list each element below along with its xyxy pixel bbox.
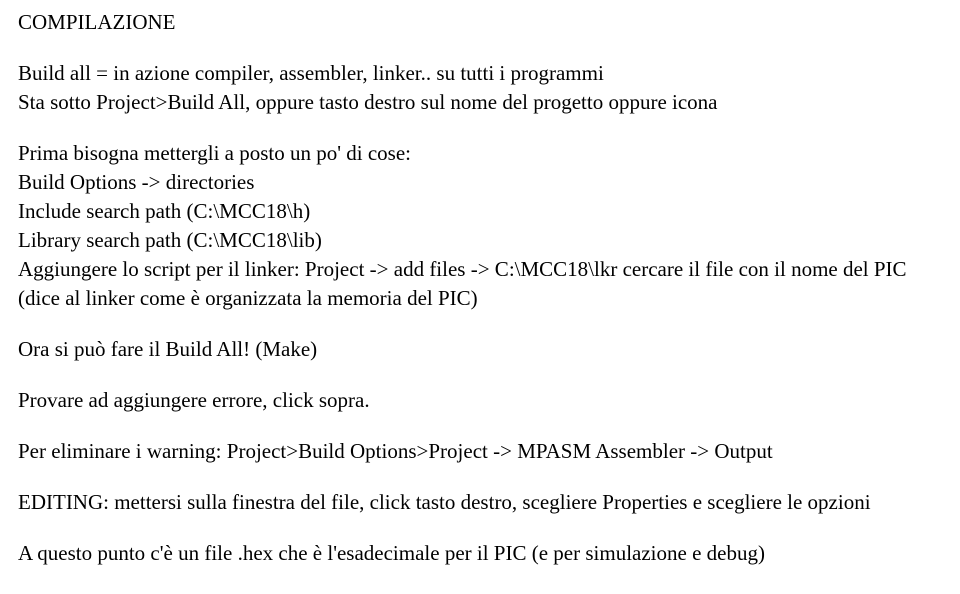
paragraph: Provare ad aggiungere errore, click sopr… [18, 386, 942, 415]
paragraph: Sta sotto Project>Build All, oppure tast… [18, 88, 942, 117]
page-title: COMPILAZIONE [18, 8, 942, 37]
paragraph: Include search path (C:\MCC18\h) [18, 197, 942, 226]
paragraph: Per eliminare i warning: Project>Build O… [18, 437, 942, 466]
paragraph: Prima bisogna mettergli a posto un po' d… [18, 139, 942, 168]
paragraph: Build all = in azione compiler, assemble… [18, 59, 942, 88]
paragraph: Build Options -> directories [18, 168, 942, 197]
paragraph: Aggiungere lo script per il linker: Proj… [18, 255, 942, 313]
paragraph: EDITING: mettersi sulla finestra del fil… [18, 488, 942, 517]
paragraph: A questo punto c'è un file .hex che è l'… [18, 539, 942, 568]
paragraph: Library search path (C:\MCC18\lib) [18, 226, 942, 255]
document-page: COMPILAZIONE Build all = in azione compi… [0, 0, 960, 568]
paragraph: Ora si può fare il Build All! (Make) [18, 335, 942, 364]
